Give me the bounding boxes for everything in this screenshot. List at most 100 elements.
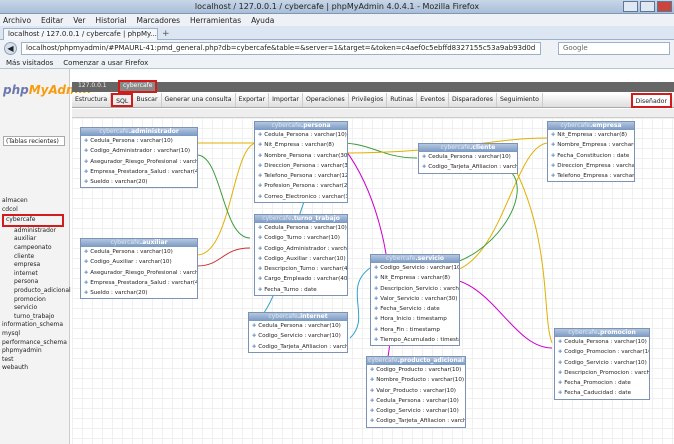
table-column[interactable]: Telefono_Persona : varchar(12) bbox=[255, 171, 347, 181]
table-column[interactable]: Empresa_Prestadora_Salud : varchar(40) bbox=[81, 278, 197, 288]
menu-editar[interactable]: Editar bbox=[41, 16, 63, 25]
tree-db-test[interactable]: test bbox=[2, 356, 71, 365]
tab-estructura[interactable]: Estructura bbox=[72, 93, 112, 107]
tree-db-almacen[interactable]: almacen bbox=[2, 197, 71, 206]
tree-table[interactable]: turno_trabajo bbox=[2, 313, 71, 322]
tree-table[interactable]: empresa bbox=[2, 261, 71, 270]
table-column[interactable]: Cedula_Persona : varchar(10) bbox=[555, 337, 649, 347]
table-column[interactable]: Descripcion_Promocion : varchar(40) bbox=[555, 368, 649, 378]
browser-tab[interactable]: localhost / 127.0.0.1 / cybercafe | phpM… bbox=[3, 28, 158, 40]
table-column[interactable]: Nit_Empresa : varchar(8) bbox=[255, 140, 347, 150]
tab-disparadores[interactable]: Disparadores bbox=[449, 93, 497, 107]
search-input[interactable]: Google bbox=[558, 42, 670, 55]
new-tab-icon[interactable]: + bbox=[162, 29, 170, 39]
table-header[interactable]: cybercafe.auxiliar bbox=[81, 239, 197, 247]
table-column[interactable]: Cedula_Persona : varchar(10) bbox=[255, 223, 347, 233]
breadcrumb-db[interactable]: cybercafe bbox=[118, 80, 158, 93]
table-producto-adicional[interactable]: cybercafe.producto_adicional Codigo_Prod… bbox=[366, 356, 466, 428]
table-empresa[interactable]: cybercafe.empresa Nit_Empresa : varchar(… bbox=[547, 121, 635, 183]
table-column[interactable]: Cedula_Persona : varchar(10) bbox=[249, 321, 347, 331]
tree-db-performance-schema[interactable]: performance_schema bbox=[2, 339, 71, 348]
table-auxiliar[interactable]: cybercafe.auxiliar Cedula_Persona : varc… bbox=[80, 238, 198, 300]
table-column[interactable]: Nit_Empresa : varchar(8) bbox=[548, 130, 634, 140]
tab-sql[interactable]: SQL bbox=[111, 93, 134, 107]
table-column[interactable]: Valor_Servicio : varchar(30) bbox=[371, 294, 459, 304]
table-column[interactable]: Descripcion_Servicio : varchar(30) bbox=[371, 284, 459, 294]
table-column[interactable]: Nit_Empresa : varchar(8) bbox=[371, 273, 459, 283]
minimize-button[interactable] bbox=[623, 1, 638, 12]
table-column[interactable]: Hora_Inicio : timestamp bbox=[371, 314, 459, 324]
table-column[interactable]: Fecha_Turno : date bbox=[255, 285, 347, 295]
menu-historial[interactable]: Historial bbox=[96, 16, 127, 25]
url-input[interactable]: localhost/phpmyadmin/#PMAURL-41:pmd_gene… bbox=[21, 42, 541, 55]
menu-ver[interactable]: Ver bbox=[73, 16, 85, 25]
menu-herramientas[interactable]: Herramientas bbox=[190, 16, 241, 25]
tree-table[interactable]: servicio bbox=[2, 304, 71, 313]
table-column[interactable]: Asegurador_Riesgo_Profesional : varchar(… bbox=[81, 268, 197, 278]
table-header[interactable]: cybercafe.internet bbox=[249, 313, 347, 321]
table-column[interactable]: Sueldo : varchar(20) bbox=[81, 177, 197, 187]
table-column[interactable]: Codigo_Producto : varchar(10) bbox=[367, 365, 465, 375]
table-column[interactable]: Codigo_Turno : varchar(10) bbox=[255, 233, 347, 243]
table-column[interactable]: Direccion_Empresa : varchar(30) bbox=[548, 161, 634, 171]
menu-marcadores[interactable]: Marcadores bbox=[137, 16, 181, 25]
table-column[interactable]: Nombre_Producto : varchar(10) bbox=[367, 375, 465, 385]
table-column[interactable]: Codigo_Servicio : varchar(10) bbox=[249, 331, 347, 341]
table-column[interactable]: Codigo_Administrador : varchar(10) bbox=[255, 244, 347, 254]
tree-table[interactable]: campeonato bbox=[2, 244, 71, 253]
back-icon[interactable]: ◀ bbox=[4, 42, 17, 55]
close-button[interactable] bbox=[657, 1, 672, 12]
table-column[interactable]: Cedula_Persona : varchar(10) bbox=[81, 136, 197, 146]
table-column[interactable]: Fecha_Constitucion : date bbox=[548, 151, 634, 161]
table-cliente[interactable]: cybercafe.cliente Cedula_Persona : varch… bbox=[418, 143, 518, 174]
table-column[interactable]: Cedula_Persona : varchar(10) bbox=[367, 396, 465, 406]
table-header[interactable]: cybercafe.administrador bbox=[81, 128, 197, 136]
table-column[interactable]: Valor_Producto : varchar(10) bbox=[367, 386, 465, 396]
table-column[interactable]: Tiempo_Acumulado : timestamp bbox=[371, 335, 459, 345]
table-column[interactable]: Nombre_Empresa : varchar(30) bbox=[548, 140, 634, 150]
tree-table[interactable]: persona bbox=[2, 278, 71, 287]
tab-rutinas[interactable]: Rutinas bbox=[387, 93, 418, 107]
table-column[interactable]: Fecha_Promocion : date bbox=[555, 378, 649, 388]
table-column[interactable]: Codigo_Servicio : varchar(10) bbox=[555, 358, 649, 368]
table-column[interactable]: Descripcion_Turno : varchar(40) bbox=[255, 264, 347, 274]
table-column[interactable]: Codigo_Auxiliar : varchar(10) bbox=[255, 254, 347, 264]
tree-db-cdcol[interactable]: cdcol bbox=[2, 206, 71, 215]
table-column[interactable]: Cargo_Empleado : varchar(40) bbox=[255, 274, 347, 284]
tab-generar-consulta[interactable]: Generar una consulta bbox=[162, 93, 236, 107]
tree-table[interactable]: administrador bbox=[2, 227, 71, 236]
table-persona[interactable]: cybercafe.persona Cedula_Persona : varch… bbox=[254, 121, 348, 204]
breadcrumb-server[interactable]: 127.0.0.1 bbox=[78, 82, 107, 89]
table-header[interactable]: cybercafe.empresa bbox=[548, 122, 634, 130]
table-column[interactable]: Codigo_Tarjeta_Afiliacion : varchar(15) bbox=[419, 162, 517, 172]
bookmark-mas-visitados[interactable]: Más visitados bbox=[6, 59, 53, 67]
table-header[interactable]: cybercafe.turno_trabajo bbox=[255, 215, 347, 223]
table-column[interactable]: Cedula_Persona : varchar(10) bbox=[255, 130, 347, 140]
table-column[interactable]: Fecha_Caducidad : date bbox=[555, 388, 649, 398]
table-servicio[interactable]: cybercafe.servicio Codigo_Servicio : var… bbox=[370, 254, 460, 347]
tree-db-mysql[interactable]: mysql bbox=[2, 330, 71, 339]
menu-ayuda[interactable]: Ayuda bbox=[251, 16, 274, 25]
table-column[interactable]: Codigo_Auxiliar : varchar(10) bbox=[81, 257, 197, 267]
table-internet[interactable]: cybercafe.internet Cedula_Persona : varc… bbox=[248, 312, 348, 353]
tab-exportar[interactable]: Exportar bbox=[236, 93, 270, 107]
tab-disenador[interactable]: Diseñador bbox=[630, 93, 672, 108]
tree-table[interactable]: internet bbox=[2, 270, 71, 279]
table-column[interactable]: Cedula_Persona : varchar(10) bbox=[81, 247, 197, 257]
recent-tables-select[interactable]: (Tablas recientes) bbox=[3, 136, 65, 146]
tab-seguimiento[interactable]: Seguimiento bbox=[497, 93, 543, 107]
table-header[interactable]: cybercafe.persona bbox=[255, 122, 347, 130]
tree-db-cybercafe[interactable]: cybercafe bbox=[2, 214, 64, 227]
table-column[interactable]: Codigo_Administrador : varchar(10) bbox=[81, 146, 197, 156]
table-column[interactable]: Telefono_Empresa : varchar(12) bbox=[548, 171, 634, 181]
table-header[interactable]: cybercafe.cliente bbox=[419, 144, 517, 152]
table-column[interactable]: Hora_Fin : timestamp bbox=[371, 325, 459, 335]
maximize-button[interactable] bbox=[640, 1, 655, 12]
table-column[interactable]: Profesion_Persona : varchar(20) bbox=[255, 181, 347, 191]
tab-operaciones[interactable]: Operaciones bbox=[303, 93, 349, 107]
table-column[interactable]: Codigo_Tarjeta_Afiliacion : varchar(15) bbox=[249, 342, 347, 352]
table-turno-trabajo[interactable]: cybercafe.turno_trabajo Cedula_Persona :… bbox=[254, 214, 348, 297]
tab-importar[interactable]: Importar bbox=[269, 93, 303, 107]
tree-table[interactable]: promocion bbox=[2, 296, 71, 305]
table-column[interactable]: Asegurador_Riesgo_Profesional : varchar(… bbox=[81, 157, 197, 167]
